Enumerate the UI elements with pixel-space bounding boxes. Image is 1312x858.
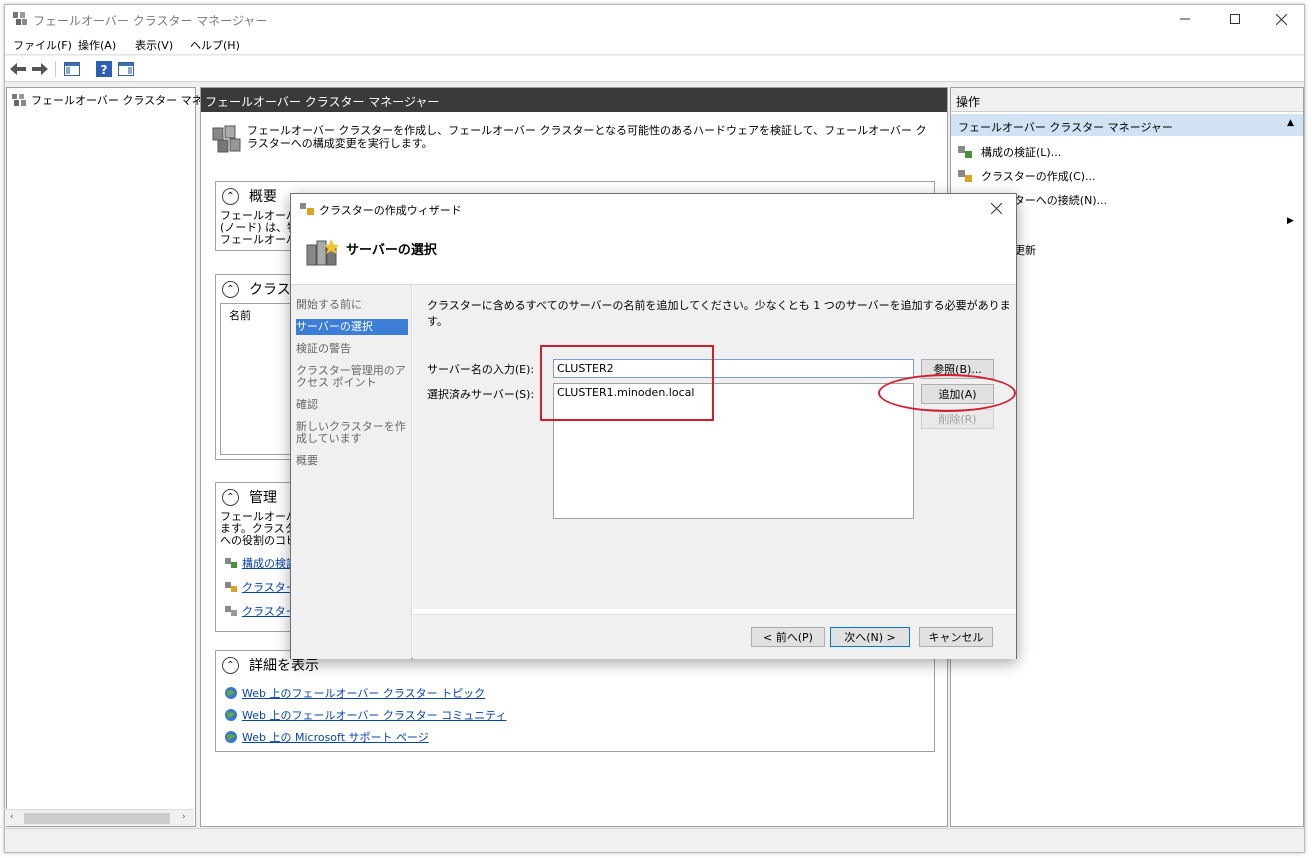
globe-icon bbox=[225, 687, 237, 699]
action-pane-icon bbox=[118, 62, 134, 76]
validate-config-link[interactable]: 構成の検証 bbox=[224, 555, 297, 571]
actions-subheader[interactable]: フェールオーバー クラスター マネージャー ▲ bbox=[951, 114, 1303, 136]
close-icon bbox=[1275, 13, 1287, 25]
tree-horizontal-scrollbar[interactable]: ‹ › bbox=[6, 809, 194, 826]
create-cluster-icon bbox=[958, 170, 972, 182]
selected-servers-label: 選択済みサーバー(S): bbox=[427, 388, 535, 401]
next-button[interactable]: 次へ(N) > bbox=[830, 627, 910, 647]
web-community-link[interactable]: Web 上のフェールオーバー クラスター コミュニティ bbox=[224, 707, 506, 723]
globe-icon bbox=[225, 731, 237, 743]
status-bar bbox=[5, 828, 1304, 852]
validate-config-text[interactable]: 構成の検証 bbox=[242, 555, 297, 571]
back-button[interactable] bbox=[9, 60, 27, 78]
maximize-icon bbox=[1230, 14, 1240, 24]
cluster-manager-large-icon bbox=[212, 125, 241, 153]
annotation-ellipse bbox=[878, 374, 1016, 412]
web-topics-text[interactable]: Web 上のフェールオーバー クラスター トピック bbox=[242, 685, 485, 701]
wizard-instruction: クラスターに含めるすべてのサーバーの名前を追加してください。少なくとも 1 つの… bbox=[427, 299, 1011, 328]
step-creating: 新しいクラスターを作成しています bbox=[296, 420, 406, 445]
wizard-icon bbox=[300, 203, 314, 215]
connect-cluster-icon bbox=[225, 606, 237, 616]
column-header-name[interactable]: 名前 bbox=[229, 307, 251, 323]
center-header: フェールオーバー クラスター マネージャー bbox=[201, 88, 947, 112]
window-title: フェールオーバー クラスター マネージャー bbox=[33, 14, 268, 28]
close-icon bbox=[990, 202, 1003, 215]
menu-bar: ファイル(F) 操作(A) 表示(V) ヘルプ(H) bbox=[5, 33, 1304, 55]
collapse-up-icon[interactable]: ▲ bbox=[1287, 118, 1294, 128]
menu-file[interactable]: ファイル(F) bbox=[13, 37, 72, 53]
manage-title: 管理 bbox=[249, 490, 277, 506]
step-before-begin: 開始する前に bbox=[296, 298, 362, 311]
wizard-footer: < 前へ(P) 次へ(N) > キャンセル bbox=[413, 615, 1016, 659]
forward-button[interactable] bbox=[31, 60, 49, 78]
cluster-app-icon bbox=[13, 12, 27, 25]
wizard-close-button[interactable] bbox=[990, 200, 1003, 218]
console-tree: フェールオーバー クラスター マネージャ bbox=[6, 87, 235, 827]
web-topics-link[interactable]: Web 上のフェールオーバー クラスター トピック bbox=[224, 685, 485, 701]
remove-button[interactable]: 削除(R) bbox=[921, 409, 994, 429]
step-validation-warning: 検証の警告 bbox=[296, 342, 351, 355]
step-summary: 概要 bbox=[296, 454, 318, 467]
collapse-icon[interactable]: ⌃ bbox=[222, 656, 239, 674]
cluster-manager-icon bbox=[12, 94, 26, 106]
help-button[interactable]: ? bbox=[95, 60, 113, 78]
maximize-button[interactable] bbox=[1212, 5, 1258, 33]
manage-header[interactable]: ⌃ 管理 bbox=[222, 487, 277, 507]
cancel-button[interactable]: キャンセル bbox=[919, 627, 993, 647]
collapse-icon[interactable]: ⌃ bbox=[222, 280, 239, 298]
web-support-link[interactable]: Web 上の Microsoft サポート ページ bbox=[224, 729, 429, 745]
web-community-text[interactable]: Web 上のフェールオーバー クラスター コミュニティ bbox=[242, 707, 506, 723]
submenu-arrow-icon: ▶ bbox=[1287, 216, 1294, 226]
console-tree-icon bbox=[64, 62, 80, 76]
title-bar: フェールオーバー クラスター マネージャー bbox=[5, 5, 1304, 33]
collapse-icon[interactable]: ⌃ bbox=[222, 187, 239, 205]
collapse-icon[interactable]: ⌃ bbox=[222, 488, 239, 506]
overview-header[interactable]: ⌃ 概要 bbox=[222, 186, 277, 206]
scroll-right-icon[interactable]: › bbox=[182, 812, 186, 822]
menu-help[interactable]: ヘルプ(H) bbox=[190, 37, 240, 53]
actions-subheader-label: フェールオーバー クラスター マネージャー bbox=[958, 121, 1173, 134]
action-validate[interactable]: 構成の検証(L)... bbox=[957, 144, 1061, 160]
action-validate-label: 構成の検証(L)... bbox=[981, 146, 1062, 159]
overview-title: 概要 bbox=[249, 189, 277, 205]
wizard-steps: 開始する前に サーバーの選択 検証の警告 クラスター管理用のアクセス ポイント … bbox=[291, 285, 412, 659]
action-create-cluster-label: クラスターの作成(C)... bbox=[981, 170, 1096, 183]
action-create-cluster[interactable]: クラスターの作成(C)... bbox=[957, 168, 1096, 184]
scroll-left-icon[interactable]: ‹ bbox=[10, 812, 14, 822]
show-action-pane-button[interactable] bbox=[117, 60, 135, 78]
help-icon: ? bbox=[96, 61, 112, 77]
wizard-title: クラスターの作成ウィザード bbox=[319, 204, 462, 217]
intro-description: フェールオーバー クラスターを作成し、フェールオーバー クラスターとなる可能性の… bbox=[247, 124, 927, 150]
server-group-icon bbox=[306, 239, 339, 266]
actions-header: 操作 bbox=[951, 88, 1303, 112]
step-select-servers: サーバーの選択 bbox=[296, 319, 408, 335]
forward-arrow-icon bbox=[32, 63, 48, 75]
menu-action[interactable]: 操作(A) bbox=[78, 37, 116, 53]
create-cluster-icon bbox=[225, 582, 237, 592]
wizard-page-title: サーバーの選択 bbox=[346, 243, 437, 258]
server-name-label: サーバー名の入力(E): bbox=[427, 363, 535, 376]
menu-view[interactable]: 表示(V) bbox=[135, 37, 173, 53]
back-button[interactable]: < 前へ(P) bbox=[751, 627, 825, 647]
toolbar: ? bbox=[5, 56, 1304, 82]
scroll-thumb[interactable] bbox=[24, 813, 170, 824]
back-arrow-icon bbox=[10, 63, 26, 75]
step-access-point: クラスター管理用のアクセス ポイント bbox=[296, 364, 406, 389]
validate-icon bbox=[225, 558, 237, 568]
globe-icon bbox=[225, 709, 237, 721]
minimize-icon bbox=[1180, 18, 1190, 20]
annotation-rectangle bbox=[540, 345, 714, 421]
close-button[interactable] bbox=[1258, 5, 1304, 33]
svg-text:?: ? bbox=[101, 63, 108, 77]
web-support-text[interactable]: Web 上の Microsoft サポート ページ bbox=[242, 729, 429, 745]
step-confirm: 確認 bbox=[296, 398, 318, 411]
show-hide-tree-button[interactable] bbox=[63, 60, 81, 78]
minimize-button[interactable] bbox=[1162, 5, 1208, 33]
more-info-section: ⌃ 詳細を表示 Web 上のフェールオーバー クラスター トピック Web 上の… bbox=[215, 650, 935, 752]
validate-icon bbox=[958, 146, 972, 158]
create-cluster-wizard: クラスターの作成ウィザード サーバーの選択 開始する前に サーバーの選択 検証の… bbox=[290, 193, 1017, 659]
toolbar-separator bbox=[55, 61, 56, 77]
